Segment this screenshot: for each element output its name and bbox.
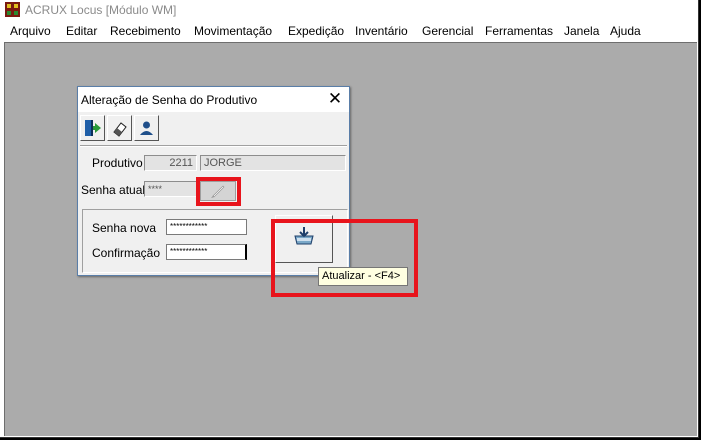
eraser-icon bbox=[113, 122, 127, 137]
senha-atual-label: Senha atual bbox=[81, 183, 146, 197]
menu-editar[interactable]: Editar bbox=[66, 24, 97, 38]
highlight-box-update-button bbox=[271, 219, 418, 297]
clear-button[interactable] bbox=[107, 115, 132, 141]
produtivo-label: Produtivo bbox=[92, 156, 143, 170]
menu-arquivo[interactable]: Arquivo bbox=[10, 24, 51, 38]
menu-recebimento[interactable]: Recebimento bbox=[110, 24, 181, 38]
menu-bar: Arquivo Editar Recebimento Movimentação … bbox=[0, 21, 698, 41]
senha-nova-label: Senha nova bbox=[92, 221, 157, 235]
dialog-title: Alteração de Senha do Produtivo bbox=[81, 93, 258, 107]
exit-button[interactable] bbox=[80, 115, 105, 141]
menu-movimentacao[interactable]: Movimentação bbox=[194, 24, 272, 38]
menu-gerencial[interactable]: Gerencial bbox=[422, 24, 473, 38]
app-title: ACRUX Locus [Módulo WM] bbox=[25, 3, 177, 17]
toolbar-separator bbox=[80, 145, 347, 147]
produtivo-code-field: 2211 bbox=[144, 155, 197, 171]
confirmacao-input[interactable]: ************ bbox=[166, 244, 247, 260]
menu-janela[interactable]: Janela bbox=[564, 24, 599, 38]
senha-nova-input[interactable]: ************ bbox=[166, 219, 247, 235]
app-window: ACRUX Locus [Módulo WM] Arquivo Editar R… bbox=[0, 0, 699, 438]
user-button[interactable] bbox=[134, 115, 159, 141]
dialog-titlebar: Alteração de Senha do Produtivo ✕ bbox=[78, 87, 349, 112]
menu-ajuda[interactable]: Ajuda bbox=[610, 24, 641, 38]
senha-atual-field: **** bbox=[144, 181, 197, 197]
menu-ferramentas[interactable]: Ferramentas bbox=[485, 24, 553, 38]
produtivo-name-field: JORGE bbox=[200, 155, 346, 171]
highlight-box-password-button bbox=[196, 177, 241, 206]
menu-inventario[interactable]: Inventário bbox=[355, 24, 408, 38]
close-icon[interactable]: ✕ bbox=[325, 89, 345, 109]
exit-door-icon bbox=[85, 120, 101, 136]
app-logo-icon bbox=[5, 2, 20, 17]
app-titlebar: ACRUX Locus [Módulo WM] bbox=[0, 0, 698, 20]
user-icon bbox=[140, 121, 153, 135]
confirmacao-label: Confirmação bbox=[92, 246, 161, 260]
menu-expedicao[interactable]: Expedição bbox=[288, 24, 344, 38]
